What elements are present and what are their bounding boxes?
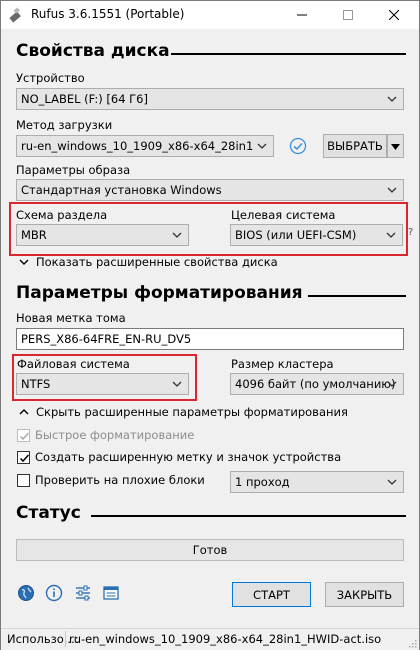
select-image-button[interactable]: ВЫБРАТЬ [323, 134, 387, 158]
boot-selection-label: Метод загрузки [16, 118, 113, 132]
extended-label-checkbox[interactable] [17, 451, 30, 464]
status-heading: Статус [16, 503, 81, 523]
maximize-icon [343, 10, 353, 20]
device-select[interactable]: NO_LABEL (F:) [64 Г6] [16, 88, 404, 110]
target-system-help[interactable]: ? [408, 227, 413, 238]
boot-selection-value: ru-en_windows_10_1909_x86-x64_28in1_HWI [21, 139, 253, 153]
minimize-icon [297, 14, 307, 16]
close-window-button[interactable] [371, 1, 417, 29]
close-button[interactable]: ЗАКРЫТЬ [325, 582, 404, 607]
show-advanced-drive-label: Показать расширенные свойства диска [36, 255, 278, 269]
device-label: Устройство [16, 71, 85, 85]
volume-label-value: PERS_X86-64FRE_EN-RU_DV5 [21, 332, 192, 346]
check-hash-icon[interactable] [289, 137, 307, 155]
log-icon[interactable] [102, 584, 120, 602]
start-button[interactable]: СТАРТ [232, 582, 311, 607]
bad-blocks-checkbox[interactable] [17, 474, 30, 487]
image-option-select[interactable]: Стандартная установка Windows [16, 179, 404, 201]
status-bar: Использо...: ru-en_windows_10_1909_x86-x… [1, 628, 419, 650]
volume-label-input[interactable]: PERS_X86-64FRE_EN-RU_DV5 [16, 328, 404, 350]
window-title: Rufus 3.6.1551 (Portable) [31, 7, 185, 21]
quick-format-checkbox[interactable] [17, 429, 30, 442]
chevron-down-icon [257, 143, 267, 149]
select-image-dropdown-button[interactable] [387, 134, 404, 158]
checkmark-icon [19, 432, 30, 441]
title-bar: Rufus 3.6.1551 (Portable) [1, 1, 419, 29]
bad-blocks-label: Проверить на плохие блоки [35, 473, 205, 487]
bad-blocks-passes-value: 1 проход [235, 475, 290, 489]
close-icon [389, 10, 399, 20]
cluster-size-value: 4096 байт (по умолчанию) [235, 377, 396, 391]
drive-properties-heading: Свойства диска [16, 41, 170, 61]
statusbar-left-text: Использо...: [7, 632, 79, 646]
partition-scheme-label: Схема раздела [16, 208, 108, 222]
chevron-up-icon [19, 409, 29, 415]
hide-advanced-format-label: Скрыть расширенные параметры форматирова… [36, 405, 348, 419]
volume-label-label: Новая метка тома [16, 311, 126, 325]
minimize-button[interactable] [279, 1, 325, 29]
target-system-select[interactable]: BIOS (или UEFI-CSM) [230, 224, 403, 246]
status-progress-bar: Готов [16, 539, 404, 561]
maximize-button[interactable] [325, 1, 371, 29]
bad-blocks-passes-select[interactable]: 1 проход [230, 471, 404, 493]
checkmark-icon [19, 454, 30, 463]
chevron-down-icon [386, 232, 396, 238]
chevron-down-icon [387, 479, 397, 485]
hide-advanced-format-toggle[interactable]: Скрыть расширенные параметры форматирова… [18, 405, 348, 419]
language-globe-icon[interactable] [17, 584, 35, 602]
statusbar-separator [65, 631, 66, 647]
chevron-down-icon [387, 187, 397, 193]
chevron-down-icon [172, 381, 182, 387]
target-system-value: BIOS (или UEFI-CSM) [235, 228, 357, 242]
file-system-select[interactable]: NTFS [16, 373, 189, 395]
show-advanced-drive-toggle[interactable]: Показать расширенные свойства диска [18, 255, 278, 269]
usb-drive-icon [9, 7, 21, 23]
rufus-window: Rufus 3.6.1551 (Portable) Свойства диска… [0, 0, 420, 650]
chevron-down-icon [172, 232, 182, 238]
chevron-down-icon [387, 96, 397, 102]
chevron-down-icon [19, 259, 29, 265]
settings-sliders-icon[interactable] [74, 584, 92, 602]
partition-scheme-value: MBR [21, 228, 47, 242]
resize-grip-icon[interactable] [407, 638, 417, 648]
format-options-heading: Параметры форматирования [16, 283, 303, 303]
info-icon[interactable] [45, 584, 63, 602]
status-progress-text: Готов [192, 543, 228, 557]
file-system-label: Файловая система [17, 357, 130, 371]
chevron-down-icon [387, 381, 397, 387]
extended-label-label: Создать расширенную метку и значок устро… [35, 450, 342, 464]
section-divider [171, 53, 406, 55]
device-value: NO_LABEL (F:) [64 Г6] [21, 92, 148, 106]
quick-format-label: Быстрое форматирование [35, 428, 195, 442]
caret-down-icon [391, 143, 400, 150]
image-option-label: Параметры образа [16, 163, 131, 177]
partition-scheme-select[interactable]: MBR [16, 224, 189, 246]
cluster-size-label: Размер кластера [231, 357, 334, 371]
section-divider [308, 295, 406, 297]
target-system-label: Целевая система [231, 208, 336, 222]
boot-selection-select[interactable]: ru-en_windows_10_1909_x86-x64_28in1_HWI [16, 135, 274, 157]
cluster-size-select[interactable]: 4096 байт (по умолчанию) [230, 373, 404, 395]
image-option-value: Стандартная установка Windows [21, 183, 222, 197]
file-system-value: NTFS [21, 377, 51, 391]
section-divider [91, 515, 406, 517]
statusbar-right-text: ru-en_windows_10_1909_x86-x64_28in1_HWID… [69, 632, 382, 646]
